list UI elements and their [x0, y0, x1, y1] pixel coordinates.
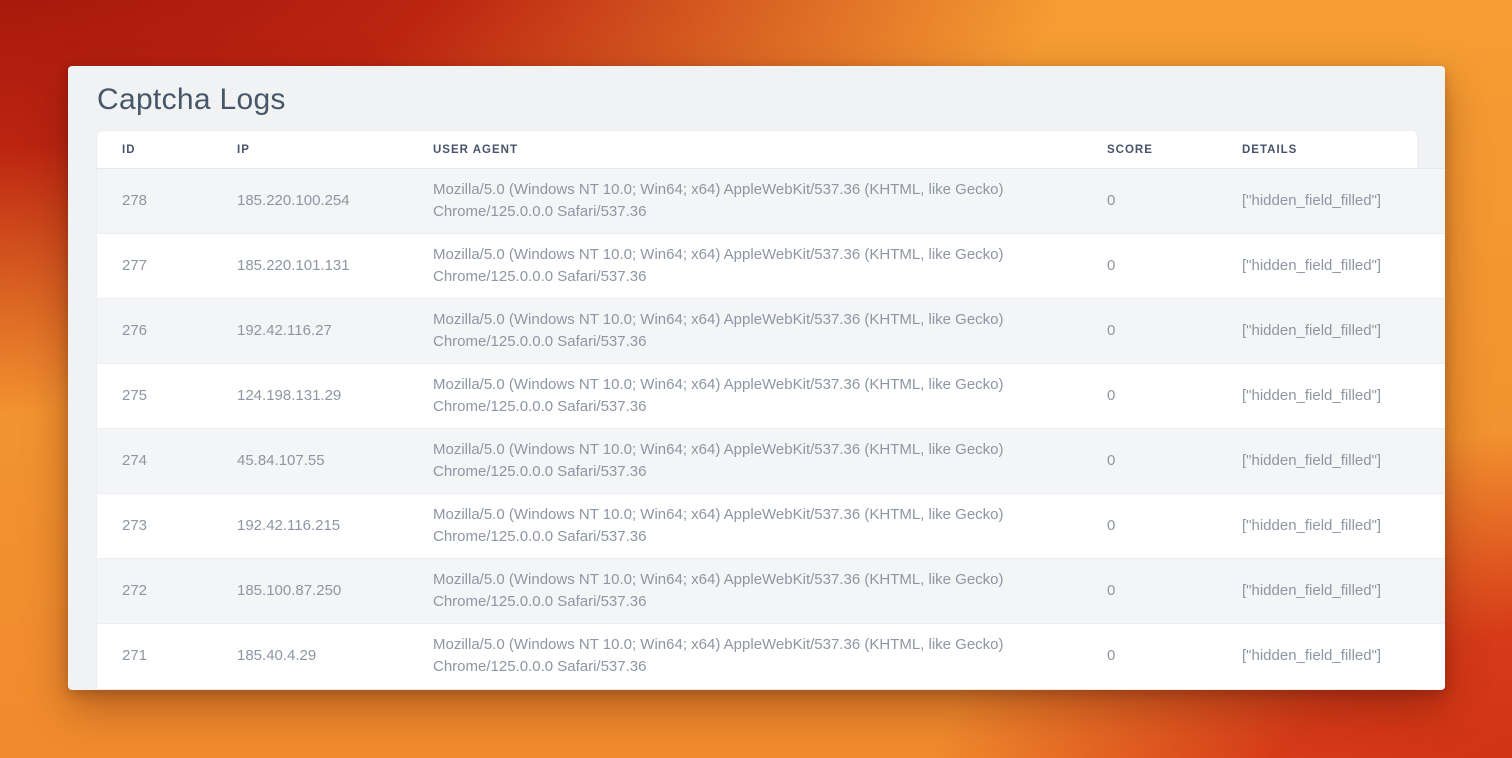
cell-ip: 185.100.87.250	[212, 559, 408, 624]
cell-id: 276	[97, 299, 212, 364]
cell-id: 271	[97, 624, 212, 689]
cell-id: 277	[97, 234, 212, 299]
cell-details: ["hidden_field_filled"]	[1217, 169, 1445, 234]
cell-score: 0	[1082, 494, 1217, 559]
cell-score: 0	[1082, 624, 1217, 689]
cell-ip: 45.84.107.55	[212, 429, 408, 494]
cell-details: ["hidden_field_filled"]	[1217, 624, 1445, 689]
cell-score: 0	[1082, 429, 1217, 494]
cell-id: 272	[97, 559, 212, 624]
table-row: 271185.40.4.29Mozilla/5.0 (Windows NT 10…	[97, 624, 1445, 689]
page-title: Captcha Logs	[68, 66, 1445, 131]
cell-user_agent: Mozilla/5.0 (Windows NT 10.0; Win64; x64…	[408, 559, 1082, 624]
cell-details: ["hidden_field_filled"]	[1217, 364, 1445, 429]
cell-user_agent: Mozilla/5.0 (Windows NT 10.0; Win64; x64…	[408, 299, 1082, 364]
table-row: 278185.220.100.254Mozilla/5.0 (Windows N…	[97, 169, 1445, 234]
cell-score: 0	[1082, 234, 1217, 299]
column-header-details: DETAILS	[1217, 131, 1445, 169]
cell-details: ["hidden_field_filled"]	[1217, 494, 1445, 559]
cell-id: 273	[97, 494, 212, 559]
cell-details: ["hidden_field_filled"]	[1217, 429, 1445, 494]
cell-user_agent: Mozilla/5.0 (Windows NT 10.0; Win64; x64…	[408, 364, 1082, 429]
table-row: 276192.42.116.27Mozilla/5.0 (Windows NT …	[97, 299, 1445, 364]
cell-ip: 185.220.100.254	[212, 169, 408, 234]
table-row: 273192.42.116.215Mozilla/5.0 (Windows NT…	[97, 494, 1445, 559]
captcha-logs-table: IDIPUSER AGENTSCOREDETAILSTIMESTAMP 2781…	[97, 131, 1445, 689]
table-row: 27445.84.107.55Mozilla/5.0 (Windows NT 1…	[97, 429, 1445, 494]
column-header-ip: IP	[212, 131, 408, 169]
table-row: 277185.220.101.131Mozilla/5.0 (Windows N…	[97, 234, 1445, 299]
cell-ip: 185.220.101.131	[212, 234, 408, 299]
cell-ip: 185.40.4.29	[212, 624, 408, 689]
cell-user_agent: Mozilla/5.0 (Windows NT 10.0; Win64; x64…	[408, 169, 1082, 234]
cell-details: ["hidden_field_filled"]	[1217, 234, 1445, 299]
cell-id: 275	[97, 364, 212, 429]
cell-score: 0	[1082, 559, 1217, 624]
table-row: 275124.198.131.29Mozilla/5.0 (Windows NT…	[97, 364, 1445, 429]
cell-score: 0	[1082, 364, 1217, 429]
cell-user_agent: Mozilla/5.0 (Windows NT 10.0; Win64; x64…	[408, 234, 1082, 299]
table-header-row: IDIPUSER AGENTSCOREDETAILSTIMESTAMP	[97, 131, 1445, 169]
cell-id: 278	[97, 169, 212, 234]
logs-table-container: IDIPUSER AGENTSCOREDETAILSTIMESTAMP 2781…	[97, 131, 1417, 689]
cell-user_agent: Mozilla/5.0 (Windows NT 10.0; Win64; x64…	[408, 624, 1082, 689]
column-header-user_agent: USER AGENT	[408, 131, 1082, 169]
cell-ip: 192.42.116.27	[212, 299, 408, 364]
cell-score: 0	[1082, 169, 1217, 234]
cell-user_agent: Mozilla/5.0 (Windows NT 10.0; Win64; x64…	[408, 494, 1082, 559]
cell-score: 0	[1082, 299, 1217, 364]
captcha-logs-card: Captcha Logs IDIPUSER AGENTSCOREDETAILST…	[68, 66, 1445, 690]
table-row: 272185.100.87.250Mozilla/5.0 (Windows NT…	[97, 559, 1445, 624]
cell-ip: 124.198.131.29	[212, 364, 408, 429]
cell-ip: 192.42.116.215	[212, 494, 408, 559]
column-header-score: SCORE	[1082, 131, 1217, 169]
cell-details: ["hidden_field_filled"]	[1217, 559, 1445, 624]
column-header-id: ID	[97, 131, 212, 169]
cell-id: 274	[97, 429, 212, 494]
cell-details: ["hidden_field_filled"]	[1217, 299, 1445, 364]
cell-user_agent: Mozilla/5.0 (Windows NT 10.0; Win64; x64…	[408, 429, 1082, 494]
table-body: 278185.220.100.254Mozilla/5.0 (Windows N…	[97, 169, 1445, 689]
